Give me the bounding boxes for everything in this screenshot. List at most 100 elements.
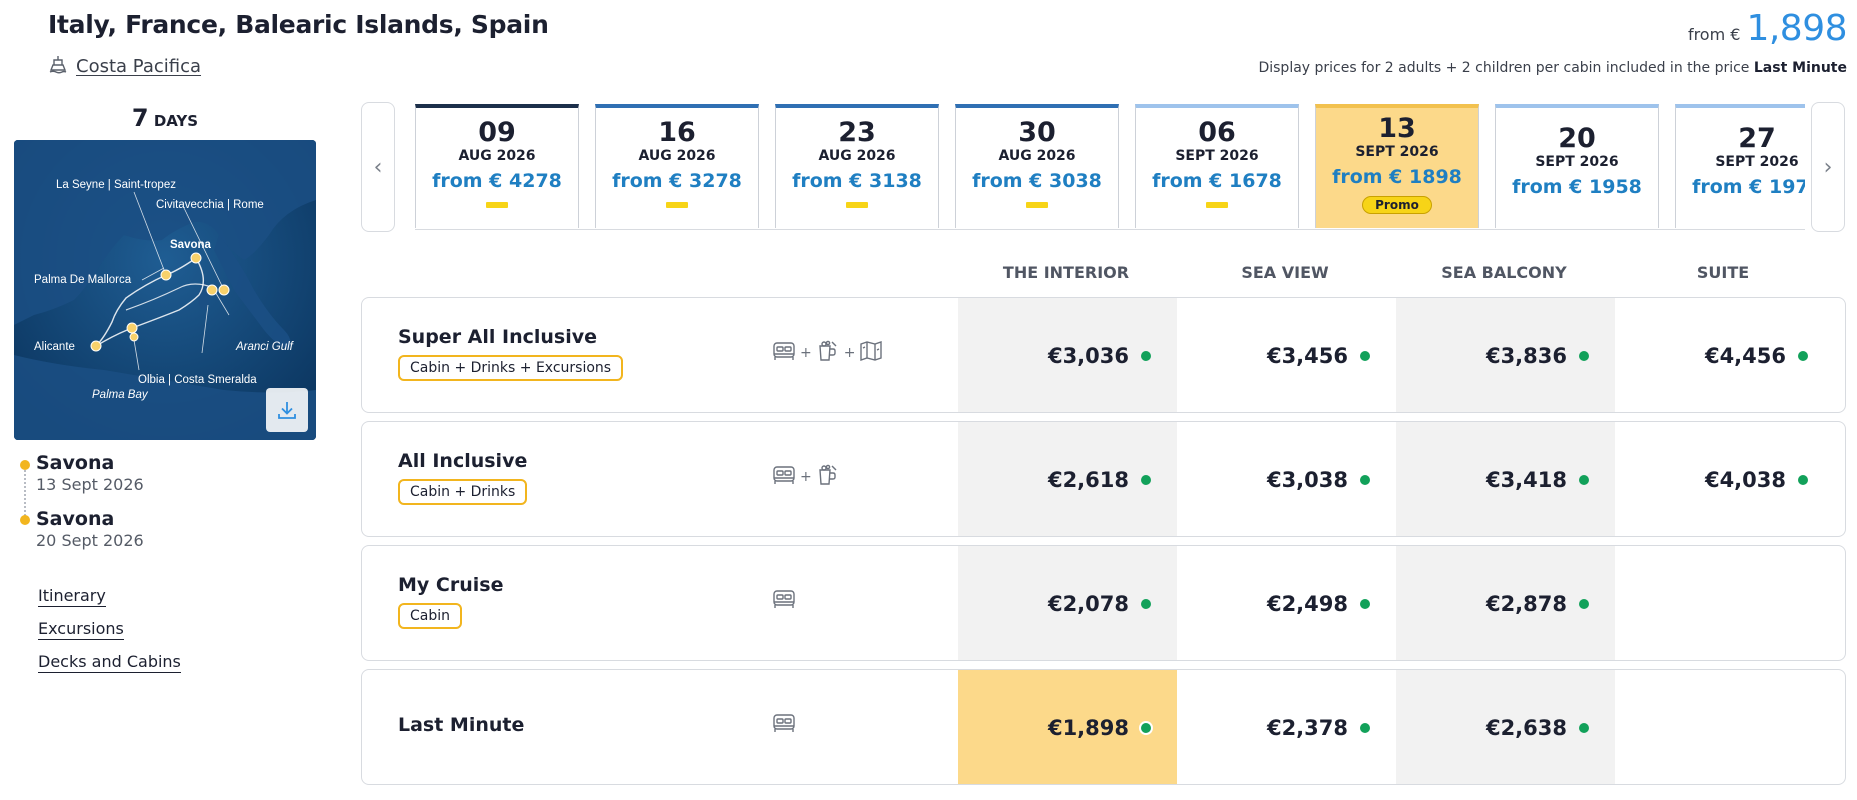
date-day: 06 [1198, 117, 1236, 148]
availability-dot [1141, 475, 1151, 485]
date-card[interactable]: 27 SEPT 2026 from € 1978 [1675, 104, 1805, 228]
map-label: Aranci Gulf [235, 341, 295, 353]
availability-dot [1579, 475, 1589, 485]
package-tag: Cabin [398, 603, 463, 629]
date-price: from € 4278 [432, 170, 562, 192]
package-name: My Cruise [398, 574, 504, 596]
from-label: from € [1687, 25, 1741, 44]
price-value: €2,878 [1485, 592, 1567, 616]
price-cell-suite[interactable]: €4,456 [1615, 298, 1834, 412]
price-value: €3,038 [1266, 468, 1348, 492]
price-cell-sea-balcony[interactable]: €3,418 [1396, 422, 1615, 536]
date-card[interactable]: 06 SEPT 2026 from € 1678 [1135, 104, 1299, 228]
display-note-fare: Last Minute [1753, 60, 1847, 76]
map-label: Savona [170, 239, 212, 251]
bed-icon [772, 464, 796, 490]
date-day: 20 [1558, 123, 1596, 154]
download-map-button[interactable] [266, 388, 308, 432]
package-name: All Inclusive [398, 450, 528, 472]
map-label: Olbia | Costa Smeralda [138, 374, 257, 386]
carousel-next-button[interactable]: › [1811, 102, 1845, 232]
date-month: SEPT 2026 [1715, 154, 1799, 170]
date-price: from € 1978 [1692, 176, 1805, 198]
package-row-super-all-inclusive: Super All Inclusive Cabin + Drinks + Exc… [361, 297, 1846, 413]
duration-number: 7 [131, 104, 149, 132]
price-cell-interior[interactable]: €3,036 [958, 298, 1177, 412]
price-cell-sea-view[interactable]: €3,456 [1177, 298, 1396, 412]
ship-name[interactable]: Costa Pacifica [76, 56, 201, 77]
date-month: SEPT 2026 [1535, 154, 1619, 170]
price-cell-suite[interactable]: €4,038 [1615, 422, 1834, 536]
price-value: €2,378 [1266, 716, 1348, 740]
ship-link[interactable]: Costa Pacifica [48, 54, 201, 79]
availability-dot [1579, 723, 1589, 733]
display-note-text: Display prices for 2 adults + 2 children… [1258, 60, 1750, 76]
port-date: 20 Sept 2026 [36, 531, 144, 550]
decks-and-cabins-link[interactable]: Decks and Cabins [38, 652, 181, 673]
package-name: Last Minute [398, 714, 525, 736]
availability-dot [1579, 599, 1589, 609]
cruise-title: Italy, France, Balearic Islands, Spain [48, 10, 549, 39]
excursions-link[interactable]: Excursions [38, 619, 124, 640]
price-value: €3,836 [1485, 344, 1567, 368]
date-month: AUG 2026 [458, 148, 536, 164]
package-row-my-cruise: My Cruise Cabin €2,078 €2,498 €2,878 [361, 545, 1846, 661]
ship-icon [48, 54, 68, 79]
itinerary-link[interactable]: Itinerary [38, 586, 106, 607]
date-card[interactable]: 30 AUG 2026 from € 3038 [955, 104, 1119, 228]
package-tag: Cabin + Drinks [398, 479, 528, 505]
date-card[interactable]: 20 SEPT 2026 from € 1958 [1495, 104, 1659, 228]
price-value: €4,038 [1704, 468, 1786, 492]
package-row-last-minute: Last Minute €1,898 €2,378 €2,638 [361, 669, 1846, 785]
itinerary-map[interactable]: La Seyne | Saint-tropez Civitavecchia | … [14, 140, 316, 440]
date-price: from € 3138 [792, 170, 922, 192]
from-price: 1,898 [1746, 8, 1847, 49]
date-card[interactable]: 23 AUG 2026 from € 3138 [775, 104, 939, 228]
price-cell-interior[interactable]: €2,618 [958, 422, 1177, 536]
date-day: 09 [478, 117, 516, 148]
date-month: SEPT 2026 [1175, 148, 1259, 164]
departure-port: Savona 13 Sept 2026 [36, 452, 144, 494]
bed-icon [772, 588, 796, 614]
port-date: 13 Sept 2026 [36, 475, 144, 494]
download-icon [276, 399, 298, 421]
date-card[interactable]: 09 AUG 2026 from € 4278 [415, 104, 579, 228]
price-value: €3,418 [1485, 468, 1567, 492]
price-cell-interior[interactable]: €2,078 [958, 546, 1177, 660]
price-cell-sea-balcony[interactable]: €2,878 [1396, 546, 1615, 660]
map-label: Alicante [34, 341, 75, 353]
price-value: €1,898 [1047, 716, 1129, 740]
price-cell-sea-balcony[interactable]: €2,638 [1396, 670, 1615, 784]
port-name: Savona [36, 508, 115, 530]
dates-viewport: 09 AUG 2026 from € 4278 16 AUG 2026 from… [415, 102, 1805, 230]
package-icons: + + [772, 340, 883, 366]
package-row-all-inclusive: All Inclusive Cabin + Drinks + €2,618 €3… [361, 421, 1846, 537]
carousel-prev-button[interactable]: ‹ [361, 102, 395, 232]
map-label: La Seyne | Saint-tropez [56, 179, 176, 191]
price-cell-sea-balcony[interactable]: €3,836 [1396, 298, 1615, 412]
map-icon [859, 340, 883, 366]
availability-dot [1360, 351, 1370, 361]
price-value: €2,498 [1266, 592, 1348, 616]
column-header-interior: THE INTERIOR [1002, 263, 1130, 282]
availability-dot [1360, 599, 1370, 609]
availability-dot [1360, 475, 1370, 485]
date-price: from € 1958 [1512, 176, 1642, 198]
map-label: Palma Bay [92, 389, 149, 401]
price-cell-sea-view[interactable]: €3,038 [1177, 422, 1396, 536]
date-month: AUG 2026 [998, 148, 1076, 164]
price-cell-sea-view[interactable]: €2,378 [1177, 670, 1396, 784]
date-card-selected[interactable]: 13 SEPT 2026 from € 1898 Promo [1315, 104, 1479, 228]
price-cell-interior-selected[interactable]: €1,898 [958, 670, 1177, 784]
package-icons [772, 588, 796, 614]
column-header-sea-balcony: SEA BALCONY [1441, 263, 1567, 282]
date-card[interactable]: 16 AUG 2026 from € 3278 [595, 104, 759, 228]
price-value: €3,036 [1047, 344, 1129, 368]
date-month: SEPT 2026 [1355, 144, 1439, 160]
arrival-port: Savona 20 Sept 2026 [36, 508, 144, 550]
header-price: from € 1,898 [1687, 8, 1848, 49]
price-cell-sea-view[interactable]: €2,498 [1177, 546, 1396, 660]
price-value: €2,618 [1047, 468, 1129, 492]
port-marker [20, 515, 30, 525]
bed-icon [772, 340, 796, 366]
